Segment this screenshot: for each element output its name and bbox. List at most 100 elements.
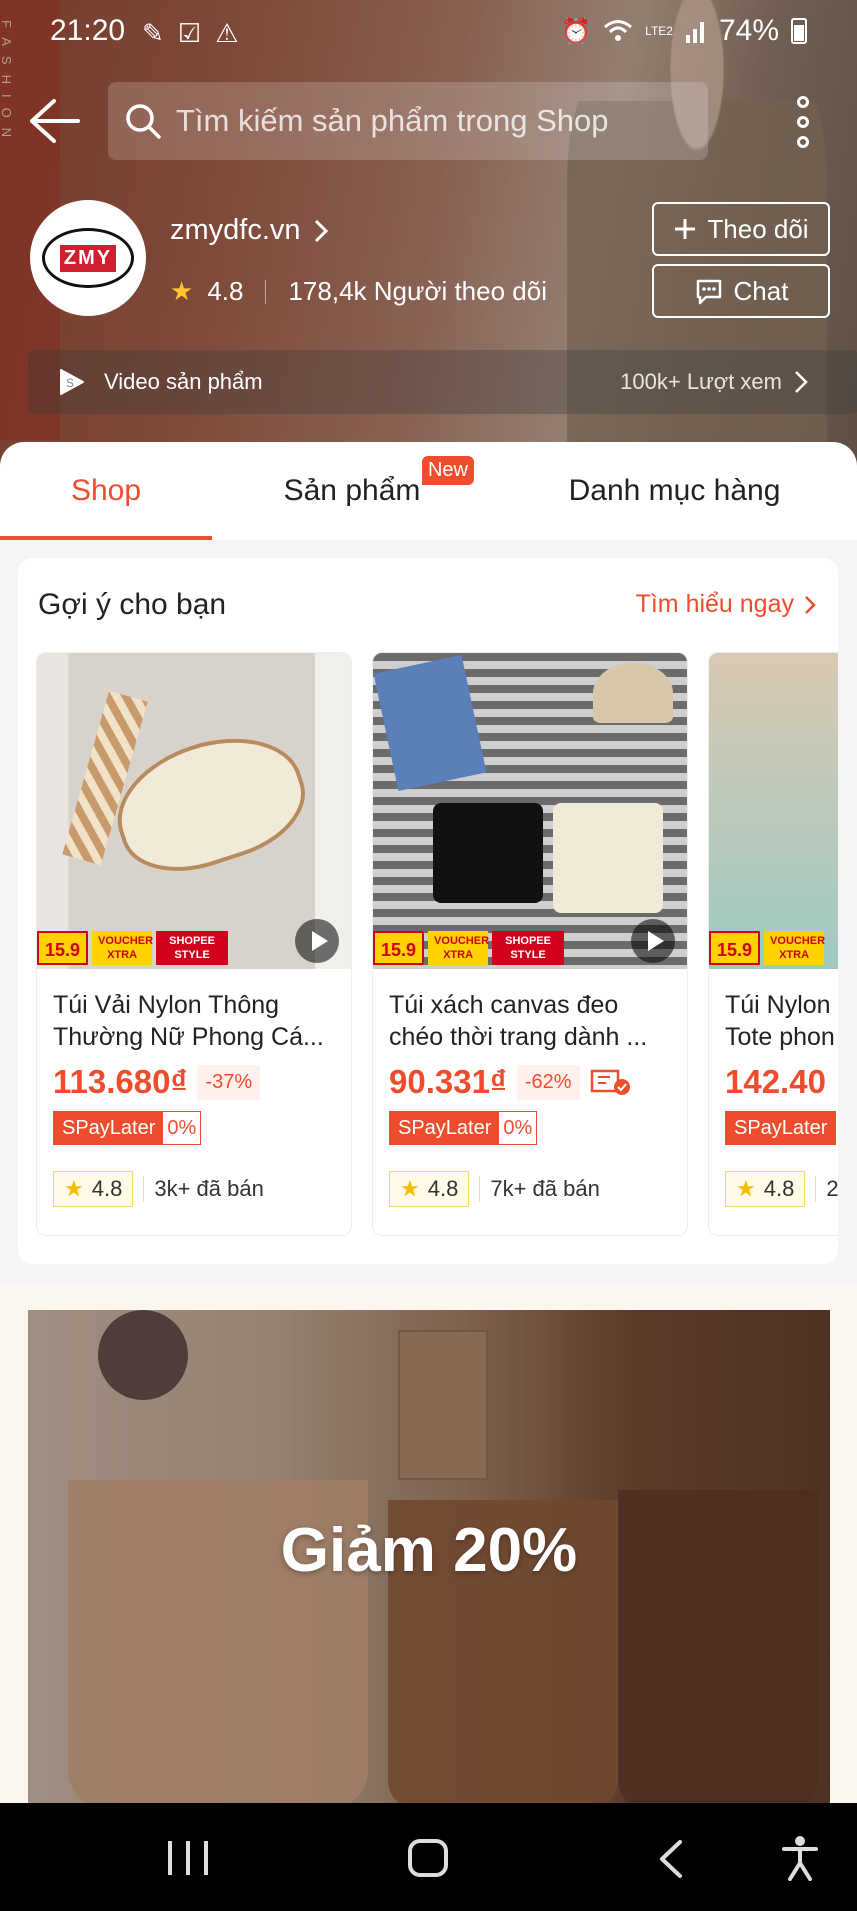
alarm-icon: ⏰ [561, 17, 592, 45]
product-price: 113.680₫ [53, 1063, 188, 1100]
recent-apps-icon[interactable] [168, 1841, 208, 1875]
product-name-line: Túi Vải Nylon Thông [53, 991, 280, 1019]
voucher-badge: VOUCHER XTRA [764, 931, 825, 965]
learn-more-label: Tìm hiểu ngay [635, 590, 794, 618]
chevron-right-icon [795, 371, 808, 393]
spaylater-rate: 0% [163, 1112, 201, 1144]
spaylater-label: SPayLater [726, 1112, 836, 1144]
product-name: Túi xách canvas đeo chéo thời trang dành… [389, 989, 679, 1053]
chevron-right-icon [805, 595, 816, 614]
chat-bubble-icon [696, 279, 721, 305]
promo-price-badge: 15.9 [37, 931, 89, 965]
more-options-icon[interactable] [790, 96, 816, 148]
product-rating: 4.8 [427, 1176, 459, 1201]
spaylater-badge: SPayLater 0% [389, 1111, 538, 1145]
warning-icon: ⚠ [215, 18, 239, 48]
follow-label: Theo dõi [707, 213, 809, 244]
section-title: Gợi ý cho bạn [38, 588, 227, 621]
promo-badges: 15.9 VOUCHER XTRA SHOPEE STYLE [373, 931, 565, 965]
status-bar: 21:20 ✎ ☑ ⚠ ⏰ LTE2 74% [0, 0, 857, 66]
status-system-icons: ⏰ LTE2 74% [561, 14, 807, 48]
product-name-line: Tote phon [725, 1023, 835, 1051]
product-card[interactable]: 15.9 VOUCHER XTRA Túi Nylon Tote phon 14… [708, 652, 838, 1236]
tab-categories[interactable]: Danh mục hàng [492, 442, 857, 540]
product-name-line: Túi xách canvas đeo [389, 991, 619, 1019]
learn-more-link[interactable]: Tìm hiểu ngay [636, 590, 816, 619]
shop-name: zmydfc.vn [170, 214, 301, 246]
promo-price-badge: 15.9 [373, 931, 425, 965]
product-image: 15.9 VOUCHER XTRA [709, 653, 838, 969]
price-row: 90.331₫ -62% [389, 1063, 632, 1101]
checkbox-icon: ☑ [177, 18, 202, 48]
rating-row: ★ 4.8 7k+ đã bán [389, 1171, 600, 1207]
product-image: 15.9 VOUCHER XTRA SHOPEE STYLE [373, 653, 687, 969]
back-icon[interactable] [656, 1839, 686, 1879]
shop-logo[interactable]: ZMY [30, 200, 146, 316]
promo-price-badge: 15.9 [709, 931, 761, 965]
star-icon: ★ [736, 1176, 756, 1201]
tab-products-label: Sản phẩm [283, 474, 421, 507]
discount-badge: -62% [516, 1064, 580, 1100]
image-detail [593, 663, 673, 723]
spaylater-rate: 0% [499, 1112, 537, 1144]
product-card[interactable]: 15.9 VOUCHER XTRA SHOPEE STYLE Túi Vải N… [36, 652, 352, 1236]
shop-search-input[interactable]: Tìm kiếm sản phẩm trong Shop [108, 82, 708, 160]
shop-tabs: Shop Sản phẩm New Danh mục hàng [0, 442, 857, 540]
image-detail [373, 654, 487, 792]
discount-badge: -37% [197, 1064, 261, 1100]
product-name-line: chéo thời trang dành ... [389, 1023, 648, 1051]
product-video-bar[interactable]: S Video sản phẩm 100k+ Lượt xem [28, 350, 857, 414]
rating-badge: ★ 4.8 [389, 1171, 470, 1207]
sold-count: 7k+ đã bán [479, 1176, 600, 1202]
wifi-icon [604, 20, 633, 41]
rating-badge: ★ 4.8 [725, 1171, 806, 1207]
signal-icon [685, 22, 704, 43]
tab-products[interactable]: Sản phẩm New [212, 442, 492, 540]
chat-button[interactable]: Chat [652, 264, 830, 318]
search-placeholder: Tìm kiếm sản phẩm trong Shop [176, 103, 609, 138]
product-image: 15.9 VOUCHER XTRA SHOPEE STYLE [37, 653, 351, 969]
shop-rating: 4.8 [207, 276, 244, 306]
product-rating: 4.8 [763, 1176, 795, 1201]
svg-text:S: S [66, 376, 74, 390]
image-detail [433, 803, 543, 903]
product-name: Túi Nylon Tote phon [725, 989, 838, 1053]
shop-followers: 178,4k Người theo dõi [288, 276, 547, 306]
product-rating: 4.8 [91, 1176, 123, 1201]
tab-categories-label: Danh mục hàng [568, 474, 781, 507]
plus-icon [675, 219, 696, 239]
stats-divider [265, 279, 267, 304]
star-icon: ★ [170, 276, 194, 306]
spaylater-badge: SPayLater 0% [53, 1111, 202, 1145]
shop-stats: ★ 4.8 178,4k Người theo dõi [170, 276, 547, 307]
promo-badges: 15.9 VOUCHER XTRA SHOPEE STYLE [37, 931, 229, 965]
promo-badges: 15.9 VOUCHER XTRA [709, 931, 825, 965]
voucher-badge: VOUCHER XTRA [92, 931, 153, 965]
style-badge: SHOPEE STYLE [156, 931, 229, 965]
follow-button[interactable]: Theo dõi [652, 202, 830, 256]
spaylater-badge: SPayLater [725, 1111, 837, 1145]
promo-banner[interactable]: Giảm 20% [28, 1310, 830, 1804]
price-row: 142.40 [725, 1063, 826, 1101]
banner-text: Giảm 20% [280, 1516, 578, 1585]
logo-text: ZMY [59, 244, 117, 272]
tab-shop[interactable]: Shop [0, 442, 212, 540]
video-views: 100k+ Lượt xem [620, 369, 782, 394]
home-icon[interactable] [408, 1839, 448, 1877]
star-icon: ★ [64, 1176, 84, 1201]
spaylater-label: SPayLater [390, 1112, 500, 1144]
rating-badge: ★ 4.8 [53, 1171, 134, 1207]
sold-count: 3k+ đã bán [143, 1176, 264, 1202]
chevron-right-icon [314, 219, 328, 242]
play-video-icon[interactable] [295, 919, 339, 963]
shop-name-link[interactable]: zmydfc.vn [170, 214, 329, 247]
tab-shop-label: Shop [70, 474, 142, 507]
accessibility-icon[interactable] [780, 1835, 820, 1881]
product-price: 90.331₫ [389, 1063, 507, 1100]
star-icon: ★ [400, 1176, 420, 1201]
product-card[interactable]: 15.9 VOUCHER XTRA SHOPEE STYLE Túi xách … [372, 652, 688, 1236]
chat-label: Chat [733, 275, 789, 306]
play-video-icon[interactable] [631, 919, 675, 963]
system-nav-bar [0, 1803, 857, 1911]
back-arrow-icon[interactable] [28, 98, 82, 144]
